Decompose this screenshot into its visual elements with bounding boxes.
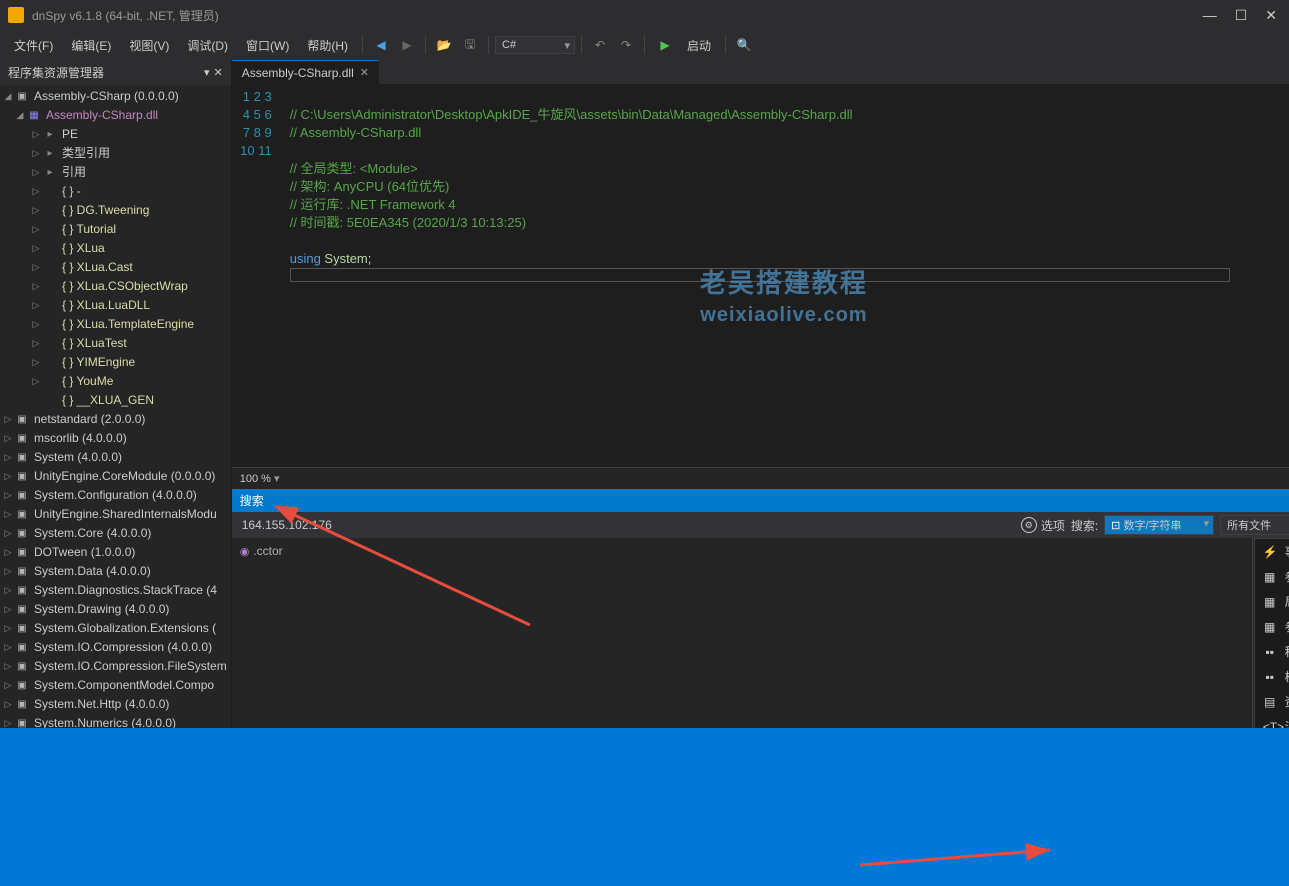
tree-item[interactable]: ▣System (4.0.0.0) xyxy=(0,448,231,467)
result-item[interactable]: ◉ .cctor xyxy=(236,542,1248,560)
tree-item[interactable]: ▣System.Diagnostics.StackTrace (4 xyxy=(0,581,231,600)
dropdown-item[interactable]: ▦参数/局部变量 xyxy=(1255,614,1289,639)
panel-title: 程序集资源管理器 xyxy=(8,64,200,81)
maximize-button[interactable]: ☐ xyxy=(1235,7,1248,24)
app-icon xyxy=(8,7,24,23)
search-results: ◉ .cctor ⚛ CGConfig ⚡事件▦参数▦局部变量▦参数/局部变量▪… xyxy=(232,538,1289,728)
search-options-button[interactable]: ⚙ 选项 xyxy=(1021,517,1065,534)
dropdown-item[interactable]: ▤资源 xyxy=(1255,689,1289,714)
zoom-bar: 100 % xyxy=(232,467,1289,489)
nav-back-icon[interactable]: ◀ xyxy=(371,35,391,55)
content-area: 程序集资源管理器 ▾ ✕ ▣Assembly-CSharp (0.0.0.0)▦… xyxy=(0,60,1289,728)
tree-item[interactable]: { } XLua.LuaDLL xyxy=(0,296,231,315)
menubar: 文件(F) 编辑(E) 视图(V) 调试(D) 窗口(W) 帮助(H) ◀ ▶ … xyxy=(0,30,1289,60)
tree-item[interactable]: { } - xyxy=(0,182,231,201)
editor-panel: Assembly-CSharp.dll ✕ 1 2 3 4 5 6 7 8 9 … xyxy=(232,60,1289,728)
dropdown-item[interactable]: ⚡事件 xyxy=(1255,539,1289,564)
tree-item[interactable]: { } XLua.CSObjectWrap xyxy=(0,277,231,296)
panel-header: 程序集资源管理器 ▾ ✕ xyxy=(0,60,231,85)
menu-view[interactable]: 视图(V) xyxy=(121,33,177,58)
menu-debug[interactable]: 调试(D) xyxy=(179,33,236,58)
menu-window[interactable]: 窗口(W) xyxy=(238,33,297,58)
dropdown-item[interactable]: ▪▪程序集引用 xyxy=(1255,639,1289,664)
redo-icon[interactable]: ↷ xyxy=(616,35,636,55)
undo-icon[interactable]: ↶ xyxy=(590,35,610,55)
search-controls: ⚙ 选项 搜索: ⊡ 数字/字符串 所有文件 xyxy=(232,512,1289,538)
dropdown-item[interactable]: ▪▪模块引用 xyxy=(1255,664,1289,689)
tree-item[interactable]: { } Tutorial xyxy=(0,220,231,239)
minimize-button[interactable]: — xyxy=(1203,7,1217,24)
tab-label: Assembly-CSharp.dll xyxy=(242,66,354,80)
tree-item[interactable]: ▣System.IO.Compression.FileSystem xyxy=(0,657,231,676)
search-label: 搜索: xyxy=(1071,517,1098,534)
line-gutter: 1 2 3 4 5 6 7 8 9 10 11 xyxy=(232,84,282,467)
language-select[interactable]: C# xyxy=(495,36,575,54)
results-list[interactable]: ◉ .cctor xyxy=(232,538,1252,728)
tree-item[interactable]: ▸PE xyxy=(0,125,231,144)
code-editor[interactable]: 1 2 3 4 5 6 7 8 9 10 11 // C:\Users\Admi… xyxy=(232,84,1289,467)
nav-forward-icon[interactable]: ▶ xyxy=(397,35,417,55)
tree-item[interactable]: ▣System.IO.Compression (4.0.0.0) xyxy=(0,638,231,657)
window-controls: — ☐ ✕ xyxy=(1203,7,1277,24)
gear-icon: ⚙ xyxy=(1021,517,1037,533)
assembly-tree[interactable]: ▣Assembly-CSharp (0.0.0.0)▦Assembly-CSha… xyxy=(0,85,231,728)
search-title: 搜索 xyxy=(240,492,1289,509)
tree-item[interactable]: ▣System.Numerics (4.0.0.0) xyxy=(0,714,231,728)
panel-close-icon[interactable]: ✕ xyxy=(214,66,223,79)
tree-item[interactable]: { } __XLUA_GEN xyxy=(0,391,231,410)
tree-item[interactable]: ▣Assembly-CSharp (0.0.0.0) xyxy=(0,87,231,106)
app-window: dnSpy v6.1.8 (64-bit, .NET, 管理员) — ☐ ✕ 文… xyxy=(0,0,1289,728)
search-panel: 搜索 ▾ ✕ ⚙ 选项 搜索: ⊡ 数字/字符串 所有文件 xyxy=(232,489,1289,728)
start-debug-icon[interactable]: ▶ xyxy=(655,35,675,55)
assembly-explorer-panel: 程序集资源管理器 ▾ ✕ ▣Assembly-CSharp (0.0.0.0)▦… xyxy=(0,60,232,728)
close-button[interactable]: ✕ xyxy=(1265,7,1277,24)
tree-item[interactable]: ▣DOTween (1.0.0.0) xyxy=(0,543,231,562)
tree-item[interactable]: { } XLuaTest xyxy=(0,334,231,353)
tree-item[interactable]: ▣System.Configuration (4.0.0.0) xyxy=(0,486,231,505)
tree-item[interactable]: ▸引用 xyxy=(0,163,231,182)
search-type-select[interactable]: ⊡ 数字/字符串 xyxy=(1104,515,1214,535)
dropdown-item[interactable]: ▦局部变量 xyxy=(1255,589,1289,614)
tree-item[interactable]: ▸类型引用 xyxy=(0,144,231,163)
editor-tabs: Assembly-CSharp.dll ✕ xyxy=(232,60,1289,84)
tree-item[interactable]: ▦Assembly-CSharp.dll xyxy=(0,106,231,125)
search-input[interactable] xyxy=(238,516,1015,534)
editor-tab[interactable]: Assembly-CSharp.dll ✕ xyxy=(232,60,379,84)
dropdown-item[interactable]: <T>泛型类型 xyxy=(1255,714,1289,728)
tree-item[interactable]: ▣System.Globalization.Extensions ( xyxy=(0,619,231,638)
window-title: dnSpy v6.1.8 (64-bit, .NET, 管理员) xyxy=(32,7,1203,24)
tree-item[interactable]: ▣UnityEngine.SharedInternalsModu xyxy=(0,505,231,524)
tree-item[interactable]: { } YIMEngine xyxy=(0,353,231,372)
search-header: 搜索 ▾ ✕ xyxy=(232,489,1289,512)
tree-item[interactable]: { } XLua.Cast xyxy=(0,258,231,277)
code-content: // C:\Users\Administrator\Desktop\ApkIDE… xyxy=(282,84,1289,467)
method-icon: ◉ xyxy=(240,545,250,558)
tree-item[interactable]: ▣System.Core (4.0.0.0) xyxy=(0,524,231,543)
tree-item[interactable]: ▣System.Drawing (4.0.0.0) xyxy=(0,600,231,619)
tree-item[interactable]: ▣UnityEngine.CoreModule (0.0.0.0) xyxy=(0,467,231,486)
search-type-dropdown[interactable]: ⚡事件▦参数▦局部变量▦参数/局部变量▪▪程序集引用▪▪模块引用▤资源<T>泛型… xyxy=(1254,538,1289,728)
save-icon[interactable]: 🖫 xyxy=(460,35,480,55)
tree-item[interactable]: ▣System.Net.Http (4.0.0.0) xyxy=(0,695,231,714)
tree-item[interactable]: { } XLua.TemplateEngine xyxy=(0,315,231,334)
menu-help[interactable]: 帮助(H) xyxy=(299,33,356,58)
tree-item[interactable]: { } XLua xyxy=(0,239,231,258)
menu-edit[interactable]: 编辑(E) xyxy=(63,33,119,58)
zoom-level[interactable]: 100 % xyxy=(240,472,280,485)
dropdown-item[interactable]: ▦参数 xyxy=(1255,564,1289,589)
search-icon[interactable]: 🔍 xyxy=(734,35,754,55)
tree-item[interactable]: ▣System.Data (4.0.0.0) xyxy=(0,562,231,581)
panel-dropdown-icon[interactable]: ▾ xyxy=(204,66,210,79)
menu-file[interactable]: 文件(F) xyxy=(6,33,61,58)
titlebar: dnSpy v6.1.8 (64-bit, .NET, 管理员) — ☐ ✕ xyxy=(0,0,1289,30)
open-file-icon[interactable]: 📂 xyxy=(434,35,454,55)
tree-item[interactable]: { } DG.Tweening xyxy=(0,201,231,220)
tab-close-icon[interactable]: ✕ xyxy=(360,66,369,79)
tree-item[interactable]: ▣mscorlib (4.0.0.0) xyxy=(0,429,231,448)
tree-item[interactable]: ▣System.ComponentModel.Compo xyxy=(0,676,231,695)
tree-item[interactable]: ▣netstandard (2.0.0.0) xyxy=(0,410,231,429)
start-label[interactable]: 启动 xyxy=(679,33,719,58)
search-scope-select[interactable]: 所有文件 xyxy=(1220,515,1289,535)
tree-item[interactable]: { } YouMe xyxy=(0,372,231,391)
